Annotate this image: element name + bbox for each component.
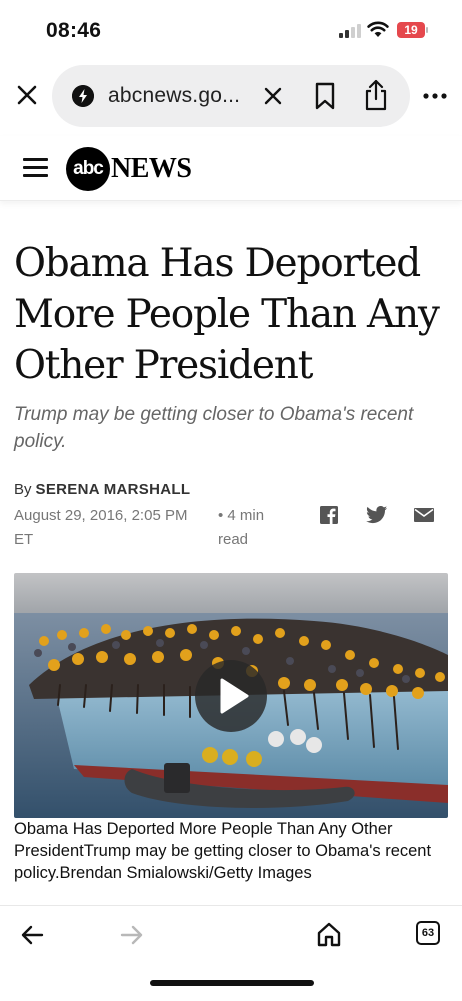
tab-count: 63	[421, 927, 435, 939]
forward-arrow-icon[interactable]	[120, 924, 144, 946]
home-indicator	[150, 980, 314, 986]
byline-label: By	[14, 481, 32, 498]
byline: By SERENA MARSHALL	[14, 481, 190, 498]
browser-toolbar: 63	[0, 905, 462, 1001]
logo-abc: abc	[66, 147, 110, 191]
hamburger-menu-icon[interactable]	[23, 158, 48, 178]
clear-icon[interactable]	[262, 85, 284, 107]
article-subhead: Trump may be getting closer to Obama's r…	[14, 404, 414, 452]
battery-icon: 19	[397, 22, 428, 38]
play-icon	[220, 678, 249, 714]
tabs-icon[interactable]: 63	[416, 921, 440, 945]
url-text[interactable]: abcnews.go...	[108, 84, 240, 108]
facebook-icon[interactable]	[320, 505, 338, 525]
logo-news: NEWS	[111, 153, 192, 184]
more-icon[interactable]	[422, 86, 448, 106]
status-bar: 08:46 19	[0, 0, 462, 58]
article-video[interactable]	[14, 573, 448, 818]
publish-date: August 29, 2016, 2:05 PM ET	[14, 507, 188, 548]
battery-level: 19	[397, 22, 425, 38]
twitter-icon[interactable]	[366, 505, 388, 525]
article-headline: Obama Has Deported More People Than Any …	[14, 241, 440, 388]
photo-caption: Obama Has Deported More People Than Any …	[14, 820, 432, 882]
back-arrow-icon[interactable]	[20, 924, 44, 946]
share-icon[interactable]	[364, 79, 388, 111]
wifi-icon	[367, 21, 389, 37]
cellular-signal-icon	[339, 24, 363, 38]
status-time: 08:46	[46, 19, 102, 42]
home-icon[interactable]	[316, 921, 342, 947]
close-icon[interactable]	[14, 82, 40, 108]
author-name[interactable]: SERENA MARSHALL	[36, 481, 191, 498]
site-icon	[72, 85, 94, 107]
bookmark-icon[interactable]	[314, 82, 336, 110]
mail-icon[interactable]	[414, 505, 434, 525]
play-button[interactable]	[195, 660, 267, 732]
read-time: • 4 min read	[218, 507, 265, 548]
site-header: abc NEWS	[0, 136, 462, 201]
address-bar[interactable]: abcnews.go...	[52, 65, 410, 127]
